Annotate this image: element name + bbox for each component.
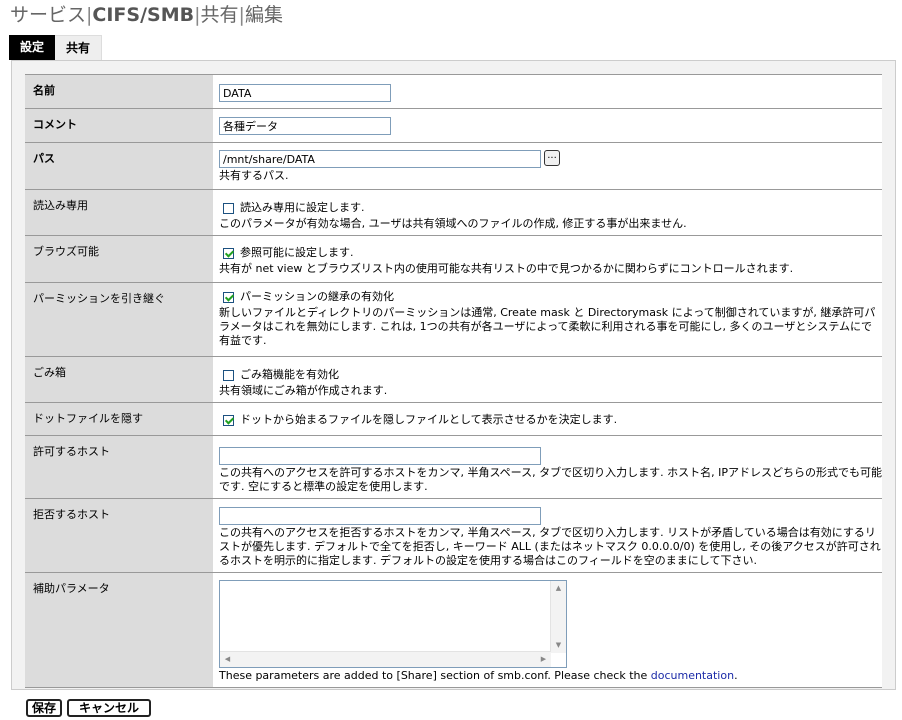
tab-bar: 設定 共有 [9, 35, 103, 60]
settings-panel: 名前 コメント パス ... 共有するパス. 読込み専用 読込み専用に設定します… [11, 60, 896, 690]
tab-settings[interactable]: 設定 [9, 35, 56, 60]
auxparam-desc-text: These parameters are added to [Share] se… [219, 669, 651, 682]
readonly-description: このパラメータが有効な場合, ユーザは共有領域へのファイルの作成, 修正する事が… [219, 217, 687, 230]
auxparam-desc-end: . [734, 669, 738, 682]
documentation-link[interactable]: documentation [651, 669, 734, 682]
name-input[interactable] [219, 84, 391, 102]
inherit-label: パーミッションを引き継ぐ [25, 282, 213, 357]
path-label: パス [25, 142, 213, 190]
readonly-checkbox[interactable] [223, 202, 234, 214]
page-title: サービス|CIFS/SMB|共有|編集 [10, 2, 283, 28]
title-share: 共有 [200, 4, 239, 26]
readonly-label: 読込み専用 [25, 189, 213, 236]
share-form: 名前 コメント パス ... 共有するパス. 読込み専用 読込み専用に設定します… [25, 74, 882, 688]
scroll-up-icon[interactable]: ▲ [551, 581, 566, 596]
comment-input[interactable] [219, 117, 391, 135]
cancel-button[interactable]: キャンセル [67, 699, 152, 717]
auxparam-label: 補助パラメータ [25, 572, 213, 688]
row-hidedot: ドットファイルを隠す ドットから始まるファイルを隠しファイルとして表示させるかを… [25, 402, 882, 436]
hostsdeny-input[interactable] [219, 507, 541, 525]
recycle-checkbox[interactable] [223, 369, 234, 381]
recycle-check-label: ごみ箱機能を有効化 [240, 368, 339, 381]
readonly-check-label: 読込み専用に設定します. [240, 201, 365, 214]
hidedot-label: ドットファイルを隠す [25, 402, 213, 436]
hostsdeny-description: この共有へのアクセスを拒否するホストをカンマ, 半角スペース, タブで区切り入力… [219, 526, 881, 567]
inherit-checkbox[interactable] [223, 291, 234, 303]
horizontal-scrollbar[interactable]: ◀ ▶ [220, 651, 551, 667]
row-readonly: 読込み専用 読込み専用に設定します. このパラメータが有効な場合, ユーザは共有… [25, 189, 882, 236]
browse-button[interactable]: ... [544, 150, 560, 166]
scroll-down-icon[interactable]: ▼ [551, 638, 566, 653]
recycle-description: 共有領域にごみ箱が作成されます. [219, 384, 388, 397]
recycle-label: ごみ箱 [25, 356, 213, 403]
button-row: 保存 キャンセル [26, 699, 152, 717]
comment-label: コメント [25, 108, 213, 143]
hostsallow-description: この共有へのアクセスを許可するホストをカンマ, 半角スペース, タブで区切り入力… [219, 466, 882, 493]
browseable-check-label: 参照可能に設定します. [240, 246, 354, 259]
row-path: パス ... 共有するパス. [25, 142, 882, 190]
vertical-scrollbar[interactable]: ▲ ▼ [550, 581, 566, 653]
hidedot-check-label: ドットから始まるファイルを隠しファイルとして表示させるかを決定します. [240, 413, 618, 426]
inherit-description: 新しいファイルとディレクトリのパーミッションは通常, Create mask と… [219, 306, 876, 347]
name-label: 名前 [25, 74, 213, 109]
browseable-description: 共有が net view とブラウズリスト内の使用可能な共有リストの中で見つかる… [219, 262, 794, 275]
inherit-check-label: パーミッションの継承の有効化 [240, 290, 394, 303]
auxparam-description: These parameters are added to [Share] se… [219, 669, 882, 683]
hostsallow-input[interactable] [219, 447, 541, 465]
title-edit: 編集 [244, 4, 283, 26]
title-cifs: CIFS/SMB [92, 4, 195, 26]
browseable-checkbox[interactable] [223, 247, 234, 259]
row-name: 名前 [25, 74, 882, 109]
row-auxparam: 補助パラメータ ▲ ▼ ◀ ▶ These parameters are add… [25, 572, 882, 688]
path-input[interactable] [219, 150, 541, 168]
row-hostsdeny: 拒否するホスト この共有へのアクセスを拒否するホストをカンマ, 半角スペース, … [25, 498, 882, 573]
row-recycle: ごみ箱 ごみ箱機能を有効化 共有領域にごみ箱が作成されます. [25, 356, 882, 403]
browseable-label: ブラウズ可能 [25, 235, 213, 283]
save-button[interactable]: 保存 [26, 699, 63, 717]
tab-shares[interactable]: 共有 [55, 35, 103, 60]
path-description: 共有するパス. [219, 169, 289, 182]
title-services: サービス [10, 4, 87, 26]
scroll-left-icon[interactable]: ◀ [220, 652, 235, 667]
row-browseable: ブラウズ可能 参照可能に設定します. 共有が net view とブラウズリスト… [25, 235, 882, 283]
row-hostsallow: 許可するホスト この共有へのアクセスを許可するホストをカンマ, 半角スペース, … [25, 435, 882, 499]
hostsallow-label: 許可するホスト [25, 435, 213, 499]
scroll-right-icon[interactable]: ▶ [536, 652, 551, 667]
row-inherit: パーミッションを引き継ぐ パーミッションの継承の有効化 新しいファイルとディレク… [25, 282, 882, 357]
hostsdeny-label: 拒否するホスト [25, 498, 213, 573]
hidedot-checkbox[interactable] [223, 414, 234, 426]
auxparam-textarea[interactable]: ▲ ▼ ◀ ▶ [219, 580, 567, 668]
row-comment: コメント [25, 108, 882, 143]
